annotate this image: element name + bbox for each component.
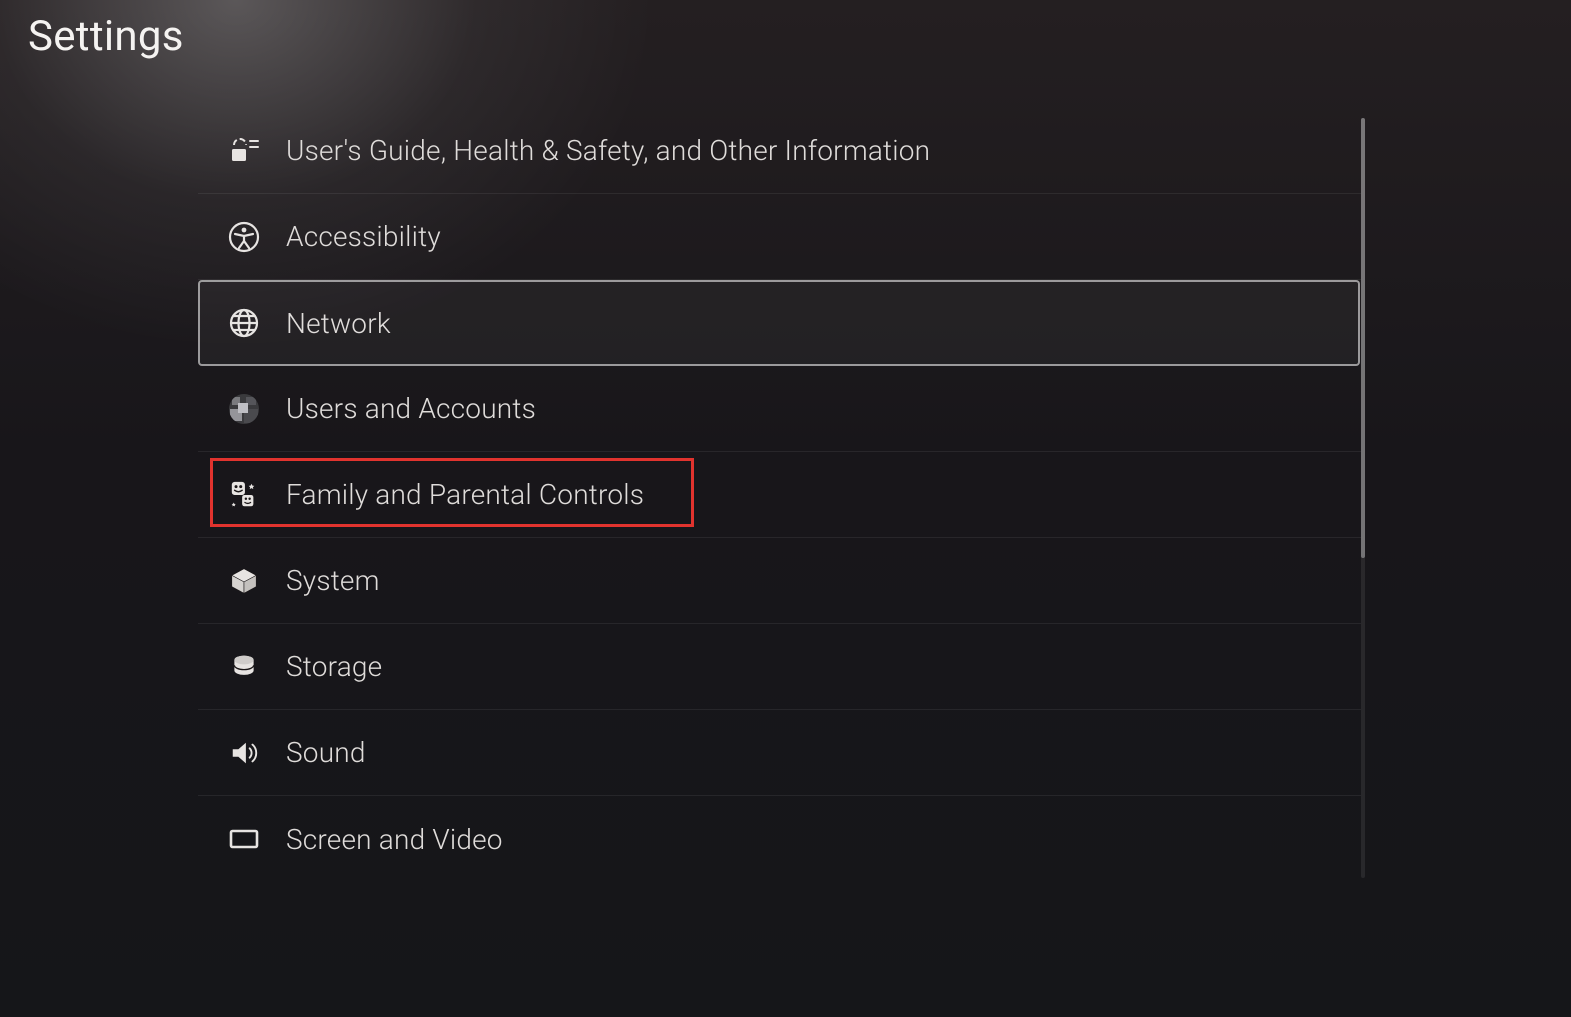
screen-icon — [226, 821, 262, 857]
globe-icon — [226, 305, 262, 341]
menu-item-label: Network — [286, 307, 391, 340]
settings-menu: User's Guide, Health & Safety, and Other… — [198, 108, 1361, 882]
sound-icon — [226, 735, 262, 771]
menu-item-users-accounts[interactable]: Users and Accounts — [198, 366, 1361, 452]
menu-item-sound[interactable]: Sound — [198, 710, 1361, 796]
menu-item-label: User's Guide, Health & Safety, and Other… — [286, 134, 930, 167]
page-title: Settings — [28, 12, 184, 61]
scrollbar-thumb[interactable] — [1361, 118, 1365, 558]
menu-item-screen-video[interactable]: Screen and Video — [198, 796, 1361, 882]
menu-item-users-guide[interactable]: User's Guide, Health & Safety, and Other… — [198, 108, 1361, 194]
menu-item-label: Family and Parental Controls — [286, 478, 644, 511]
menu-item-system[interactable]: System — [198, 538, 1361, 624]
menu-item-network[interactable]: Network — [198, 280, 1361, 366]
menu-item-family-parental[interactable]: Family and Parental Controls — [198, 452, 1361, 538]
guide-icon — [226, 133, 262, 169]
accessibility-icon — [226, 219, 262, 255]
cube-icon — [226, 563, 262, 599]
menu-item-label: Users and Accounts — [286, 392, 536, 425]
menu-item-label: System — [286, 564, 380, 597]
menu-item-storage[interactable]: Storage — [198, 624, 1361, 710]
menu-item-label: Storage — [286, 650, 382, 683]
avatar-icon — [226, 391, 262, 427]
menu-item-accessibility[interactable]: Accessibility — [198, 194, 1361, 280]
menu-item-label: Accessibility — [286, 220, 441, 253]
scrollbar[interactable] — [1361, 118, 1365, 878]
menu-item-label: Screen and Video — [286, 823, 503, 856]
family-icon — [226, 477, 262, 513]
menu-item-label: Sound — [286, 736, 366, 769]
storage-icon — [226, 649, 262, 685]
